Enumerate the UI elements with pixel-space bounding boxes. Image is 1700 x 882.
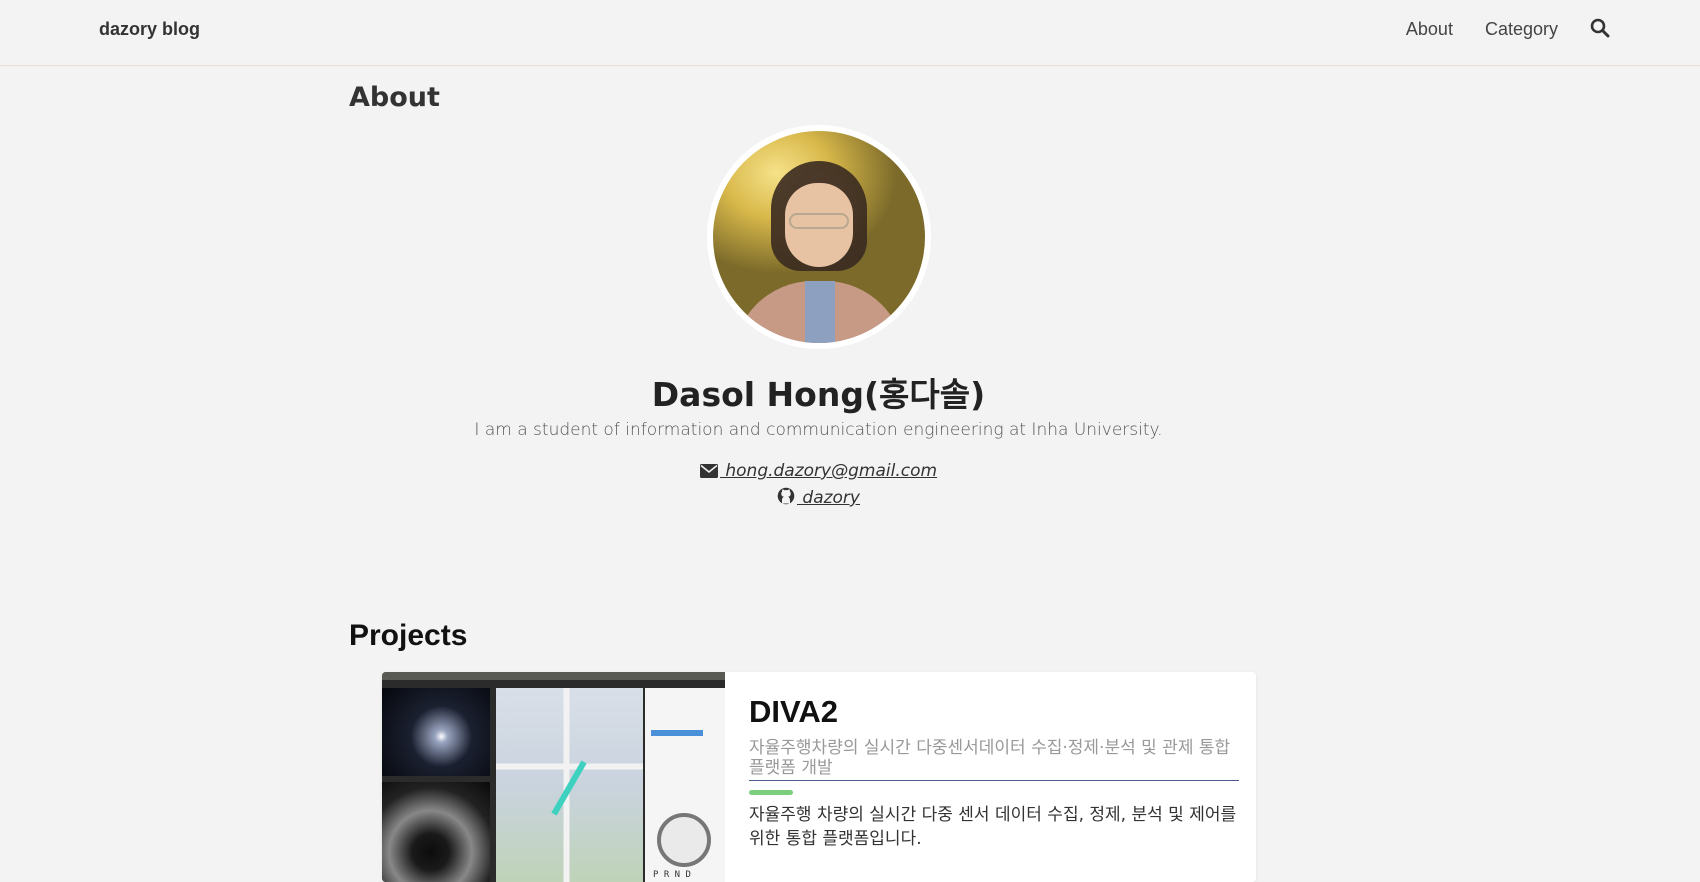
email-contact: hong.dazory@gmail.com <box>0 461 1637 483</box>
camera-view-image <box>382 688 490 776</box>
email-link[interactable]: hong.dazory@gmail.com <box>699 461 938 483</box>
github-icon <box>777 487 795 510</box>
project-thumbnail[interactable]: P R N D <box>382 672 725 882</box>
project-title[interactable]: DIVA2 <box>749 694 838 730</box>
nav-category-link[interactable]: Category <box>1485 19 1558 40</box>
avatar-photo <box>713 131 925 343</box>
speed-gauge-icon <box>657 813 711 867</box>
main-nav: About Category <box>1374 18 1612 40</box>
status-panel: P R N D <box>645 688 725 882</box>
gear-indicator: P R N D <box>653 870 691 880</box>
accent-bar <box>749 790 793 795</box>
github-text: dazory <box>797 488 860 508</box>
brand-link[interactable]: dazory blog <box>99 19 200 40</box>
projects-heading: Projects <box>349 619 468 652</box>
email-text: hong.dazory@gmail.com <box>719 461 938 481</box>
envelope-icon <box>699 463 718 483</box>
search-icon[interactable] <box>1590 18 1612 40</box>
top-navbar: dazory blog About Category <box>0 0 1700 66</box>
project-card-diva2[interactable]: P R N D DIVA2 자율주행차량의 실시간 다중센서데이터 수집·정제·… <box>382 672 1256 882</box>
profile-name: Dasol Hong(홍다솔) <box>651 375 986 414</box>
page-title: About <box>349 82 440 113</box>
profile-bio: I am a student of information and commun… <box>474 420 1163 440</box>
avatar <box>707 125 931 349</box>
nav-about-link[interactable]: About <box>1406 19 1453 40</box>
map-view-image <box>496 688 643 882</box>
github-contact: dazory <box>0 487 1637 510</box>
project-subtitle: 자율주행차량의 실시간 다중센서데이터 수집·정제·분석 및 관제 통합 플랫폼… <box>749 738 1239 781</box>
github-link[interactable]: dazory <box>777 487 860 510</box>
lidar-view-image <box>382 782 490 882</box>
project-description: 자율주행 차량의 실시간 다중 센서 데이터 수집, 정제, 분석 및 제어를 … <box>749 805 1237 849</box>
